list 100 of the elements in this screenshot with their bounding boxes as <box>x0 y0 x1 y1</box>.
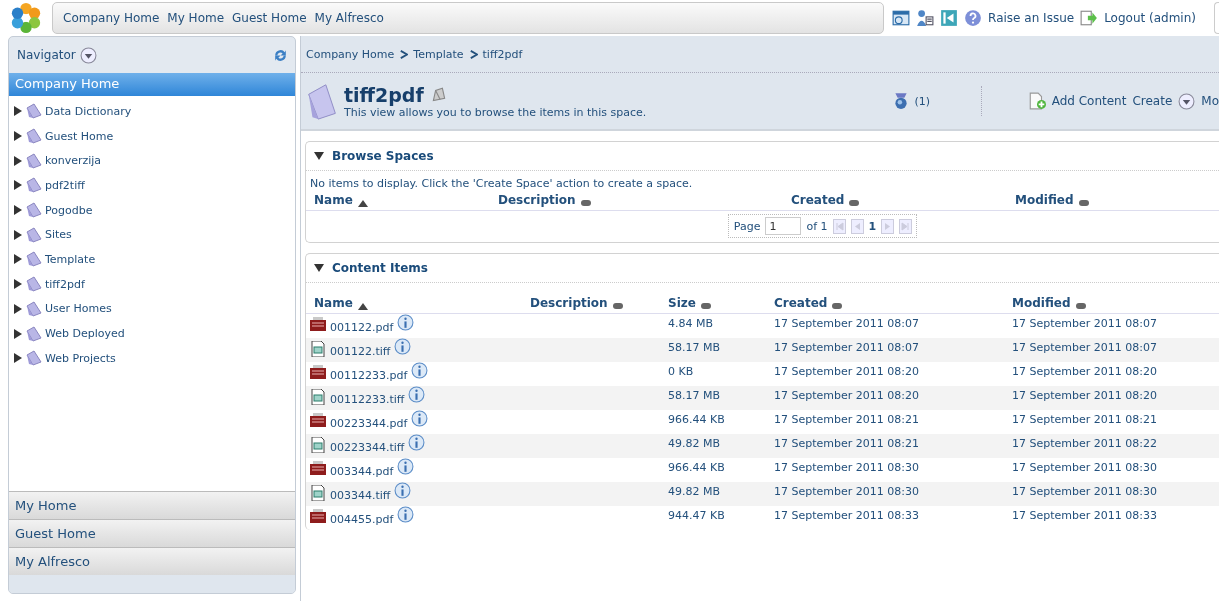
tree-item[interactable]: Data Dictionary <box>45 104 132 118</box>
column-header[interactable]: Modified <box>1015 193 1074 207</box>
nav-link[interactable]: My Home <box>167 11 225 25</box>
page-field[interactable]: 1 <box>765 217 802 235</box>
breadcrumb-link[interactable]: Company Home <box>306 47 395 61</box>
info-icon[interactable] <box>408 386 426 403</box>
column-header[interactable]: Created <box>791 193 845 207</box>
space-icon <box>25 324 43 343</box>
empty-message: No items to display. Click the 'Create Space' action to create a space. <box>309 176 694 190</box>
tree-item[interactable]: Web Projects <box>45 351 116 365</box>
nav-link[interactable]: Guest Home <box>232 11 307 25</box>
user-list-icon[interactable] <box>916 9 935 27</box>
sort-icon[interactable] <box>848 199 861 207</box>
table-cell-text: 17 September 2011 08:30 <box>1011 484 1158 500</box>
shelf-tab[interactable]: Guest Home <box>9 519 295 547</box>
tree-item[interactable]: Pogodbe <box>45 203 93 217</box>
info-icon[interactable] <box>394 482 412 499</box>
table-cell-text: 17 September 2011 08:21 <box>773 436 920 452</box>
expand-arrow-icon[interactable] <box>13 155 23 166</box>
space-icon <box>25 299 43 318</box>
info-icon[interactable] <box>411 362 429 379</box>
expand-arrow-icon[interactable] <box>13 279 23 290</box>
logout-icon[interactable] <box>1080 9 1099 27</box>
tree-item[interactable]: Sites <box>45 228 72 242</box>
sort-ascending-icon[interactable] <box>356 199 369 207</box>
column-header[interactable]: Description <box>530 296 608 310</box>
tree-item[interactable]: Web Deployed <box>45 327 125 341</box>
info-icon[interactable] <box>411 410 429 427</box>
file-link[interactable]: 003344.pdf <box>330 465 394 478</box>
sort-icon[interactable] <box>611 302 624 310</box>
column-header[interactable]: Created <box>774 296 828 310</box>
info-icon[interactable] <box>397 506 415 523</box>
nav-link[interactable]: My Alfresco <box>314 11 384 25</box>
action-link[interactable]: Mo <box>1201 94 1219 108</box>
dropdown-icon[interactable] <box>1178 92 1196 110</box>
sort-icon[interactable] <box>579 199 592 207</box>
file-link[interactable]: 00223344.tiff <box>330 441 405 454</box>
expand-arrow-icon[interactable] <box>13 254 23 265</box>
table-cell-text: 4.84 MB <box>667 316 715 332</box>
file-link[interactable]: 003344.tiff <box>330 489 391 502</box>
file-link[interactable]: 00112233.pdf <box>330 369 408 382</box>
sort-icon[interactable] <box>699 302 712 310</box>
space-icon <box>25 127 43 146</box>
expand-arrow-icon[interactable] <box>13 180 23 191</box>
shelf-tab[interactable]: My Alfresco <box>9 547 295 575</box>
collapse-arrow-icon[interactable] <box>314 151 324 161</box>
column-header[interactable]: Name <box>314 193 353 207</box>
info-icon[interactable] <box>394 338 412 355</box>
section-title: Content Items <box>332 261 428 275</box>
space-title: tiff2pdf <box>344 83 424 106</box>
file-link[interactable]: 001122.pdf <box>330 321 394 334</box>
tree-item[interactable]: User Homes <box>45 302 112 316</box>
calendar-icon[interactable] <box>892 9 911 27</box>
column-header[interactable]: Description <box>498 193 576 207</box>
breadcrumb-link[interactable]: tiff2pdf <box>482 47 523 61</box>
file-link[interactable]: 001122.tiff <box>330 345 391 358</box>
expand-arrow-icon[interactable] <box>13 131 23 142</box>
table-cell-text: 17 September 2011 08:30 <box>773 460 920 476</box>
column-header[interactable]: Size <box>668 296 696 310</box>
table-cell-text: 17 September 2011 08:20 <box>1011 364 1158 380</box>
expand-arrow-icon[interactable] <box>13 229 23 240</box>
nav-link[interactable]: Company Home <box>63 11 160 25</box>
info-icon[interactable] <box>408 434 426 451</box>
expand-arrow-icon[interactable] <box>13 303 23 314</box>
info-icon[interactable] <box>397 314 415 331</box>
table-cell-text: 17 September 2011 08:20 <box>773 388 920 404</box>
sort-icon[interactable] <box>1074 302 1087 310</box>
column-header[interactable]: Modified <box>1012 296 1071 310</box>
rules-count[interactable]: (1) <box>914 94 931 108</box>
sort-icon[interactable] <box>831 302 844 310</box>
table-cell-text: 17 September 2011 08:20 <box>1011 388 1158 404</box>
expand-arrow-icon[interactable] <box>13 106 23 117</box>
table-cell-text: 17 September 2011 08:07 <box>773 316 920 332</box>
column-header[interactable]: Name <box>314 296 353 310</box>
help-icon[interactable] <box>964 9 983 27</box>
expand-arrow-icon[interactable] <box>13 328 23 339</box>
info-icon[interactable] <box>397 458 415 475</box>
tree-item[interactable]: pdf2tiff <box>45 178 85 192</box>
space-icon <box>25 151 43 170</box>
file-link[interactable]: 00112233.tiff <box>330 393 405 406</box>
action-link[interactable]: Create <box>1132 94 1173 108</box>
dropdown-icon[interactable] <box>79 46 97 64</box>
sort-icon[interactable] <box>1077 199 1090 207</box>
action-link[interactable]: Add Content <box>1051 94 1127 108</box>
toolbar-link[interactable]: Logout (admin) <box>1104 11 1196 25</box>
tree-item[interactable]: Template <box>45 252 96 266</box>
add-document-icon[interactable] <box>1027 92 1046 110</box>
shelf-tab[interactable]: My Home <box>9 491 295 519</box>
breadcrumb-link[interactable]: Template <box>413 47 464 61</box>
tree-item[interactable]: konverzija <box>45 154 102 168</box>
expand-arrow-icon[interactable] <box>13 205 23 216</box>
collapse-arrow-icon[interactable] <box>314 263 324 273</box>
file-link[interactable]: 00223344.pdf <box>330 417 408 430</box>
expand-arrow-icon[interactable] <box>13 353 23 364</box>
tree-item[interactable]: Guest Home <box>45 129 114 143</box>
file-link[interactable]: 004455.pdf <box>330 513 394 526</box>
sort-ascending-icon[interactable] <box>356 302 369 310</box>
table-cell-text: 966.44 KB <box>667 412 726 428</box>
toolbar-link[interactable]: Raise an Issue <box>988 11 1075 25</box>
tree-item[interactable]: tiff2pdf <box>45 277 85 291</box>
